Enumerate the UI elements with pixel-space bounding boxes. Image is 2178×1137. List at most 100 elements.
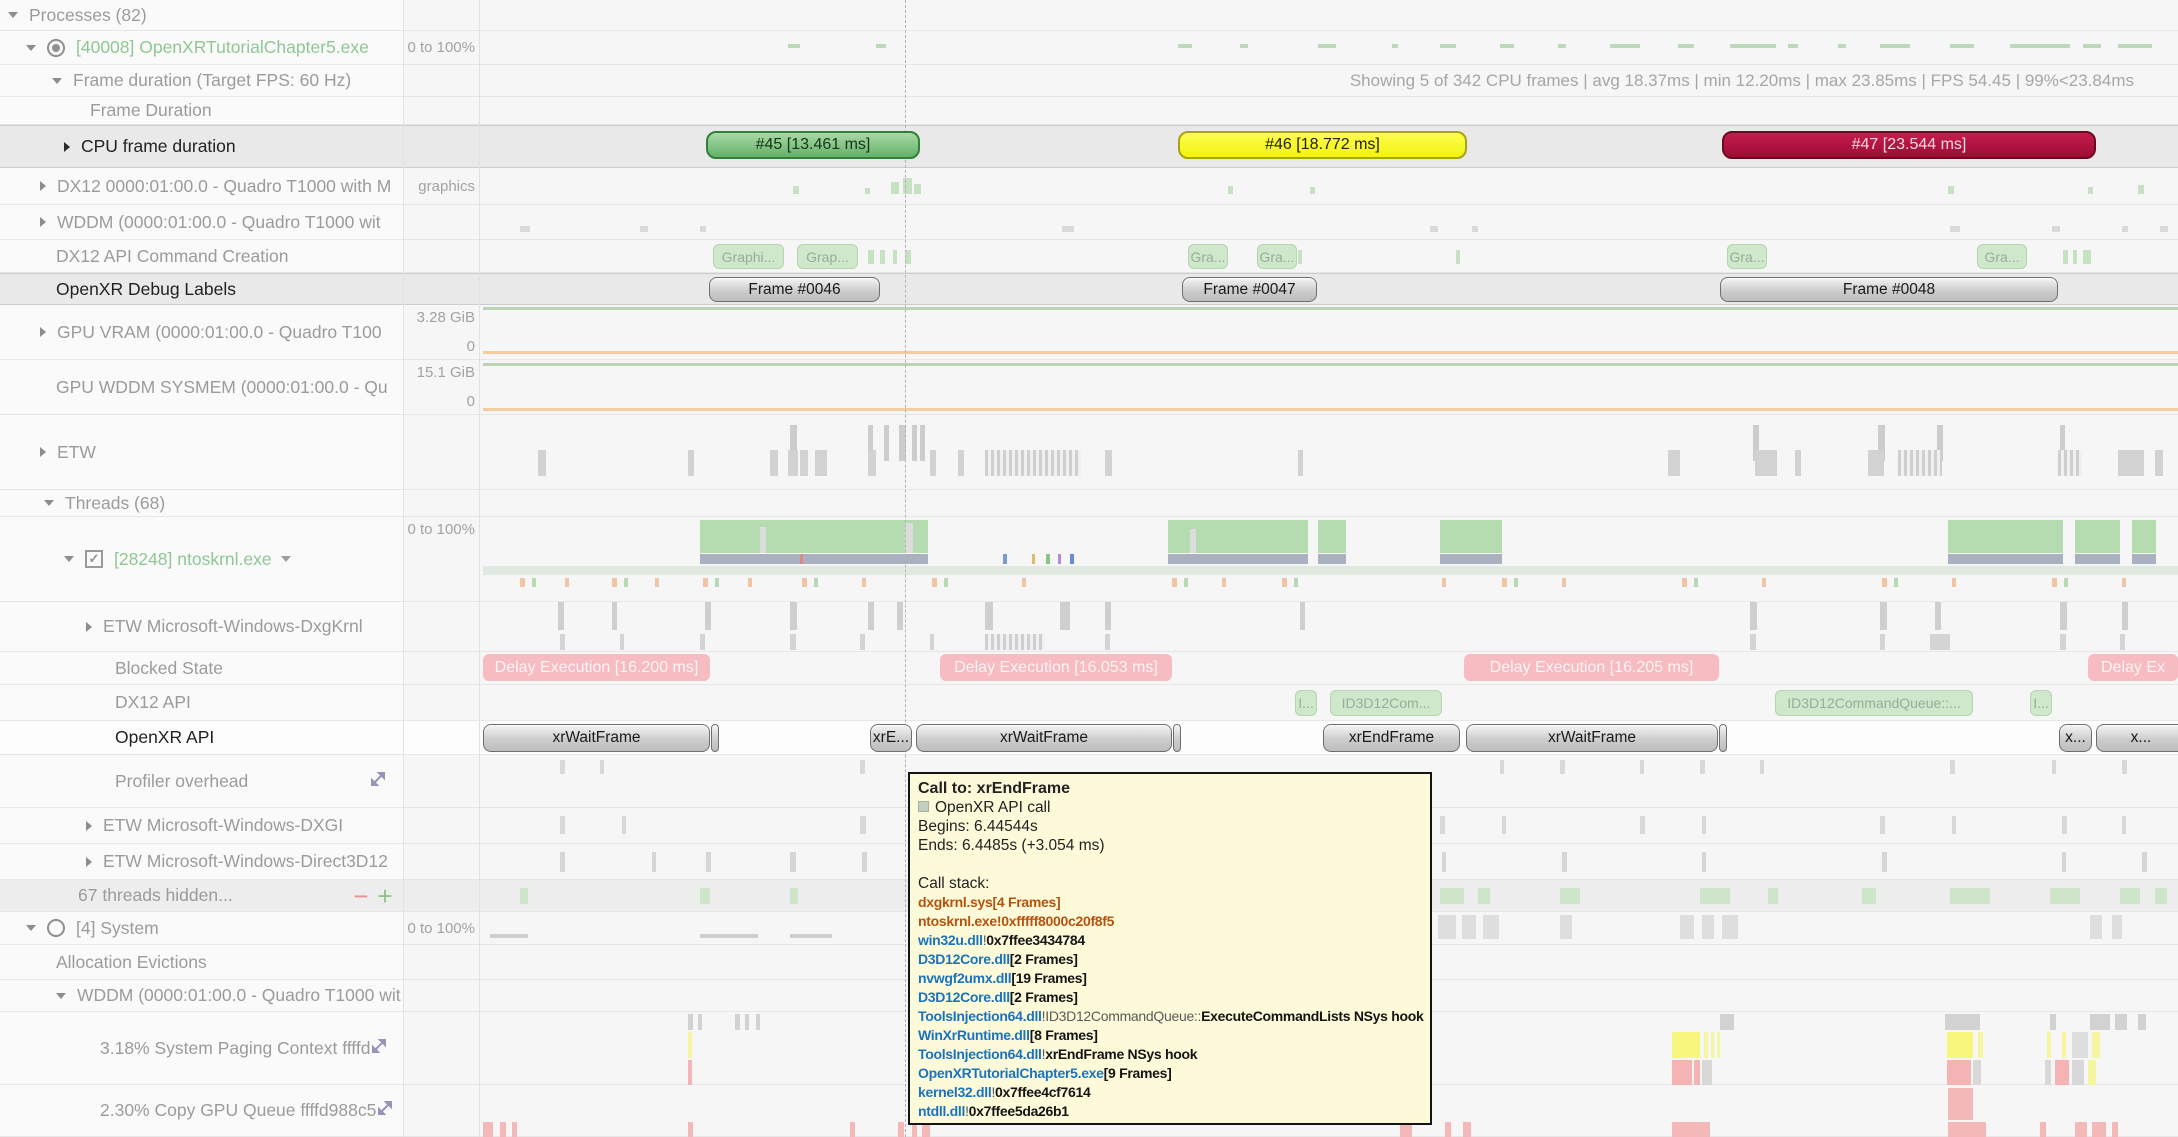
row-label-gpu-wddm-sysmem[interactable]: GPU WDDM SYSMEM (0000:01:00.0 - Qu — [0, 360, 403, 414]
dx12-creation-bar[interactable]: Gra... — [1977, 244, 2027, 269]
row-label-openxr-api[interactable]: OpenXR API — [0, 721, 403, 754]
row-label-thread-ntoskrnl[interactable]: ✓[28248] ntoskrnl.exe — [0, 517, 403, 601]
collapse-arrow-icon[interactable] — [64, 556, 74, 562]
dx12-api-bar[interactable]: ID3D12CommandQueue::... — [1775, 690, 1973, 716]
row-label-system-paging[interactable]: 3.18% System Paging Context ffffd — [0, 1012, 403, 1084]
row-label-text: Threads (68) — [65, 493, 165, 514]
cpu-frame-bar[interactable]: #45 [13.461 ms] — [706, 131, 920, 159]
activity-tick — [2122, 760, 2127, 774]
activity-tick — [1062, 226, 1074, 232]
row-label-etw-dxgi[interactable]: ETW Microsoft-Windows-DXGI — [0, 808, 403, 843]
row-label-text: ETW Microsoft-Windows-DXGI — [103, 815, 343, 836]
collapse-arrow-icon[interactable] — [26, 45, 36, 51]
thread-dropdown-caret-icon[interactable] — [281, 556, 291, 562]
openxr-api-bar[interactable]: xrWaitFrame — [916, 724, 1172, 752]
row-label-processes[interactable]: Processes (82) — [0, 0, 403, 30]
activity-tick — [1760, 760, 1764, 774]
openxr-api-bar[interactable]: x... — [2096, 724, 2178, 752]
callstack-part: [4 Frames] — [993, 894, 1061, 910]
row-label-dx12-gpu[interactable]: DX12 0000:01:00.0 - Quadro T1000 with M — [0, 168, 403, 204]
dx12-creation-bar[interactable]: Graphi... — [713, 244, 784, 269]
debug-label-bar[interactable]: Frame #0048 — [1720, 277, 2058, 302]
remove-thread-icon[interactable]: − — [349, 886, 373, 906]
activity-tick — [790, 634, 796, 650]
row-label-wddm-gpu[interactable]: WDDM (0000:01:00.0 - Quadro T1000 wit — [0, 205, 403, 239]
thread-checkbox[interactable]: ✓ — [85, 550, 103, 568]
activity-tick — [985, 634, 1045, 650]
expand-arrow-icon[interactable] — [40, 447, 46, 457]
row-label-blocked-state[interactable]: Blocked State — [0, 652, 403, 684]
cpu-frame-bar[interactable]: #47 [23.544 ms] — [1722, 131, 2096, 159]
row-label-wddm-system[interactable]: WDDM (0000:01:00.0 - Quadro T1000 wit — [0, 980, 403, 1011]
expand-track-icon[interactable] — [376, 1099, 394, 1122]
debug-label-bar[interactable]: Frame #0047 — [1182, 277, 1317, 302]
collapse-arrow-icon[interactable] — [8, 12, 18, 18]
activity-tick — [2112, 1122, 2118, 1137]
dx12-api-bar[interactable]: I... — [2030, 690, 2052, 716]
expand-arrow-icon[interactable] — [86, 857, 92, 867]
collapse-arrow-icon[interactable] — [44, 500, 54, 506]
row-label-process-system[interactable]: [4] System — [0, 912, 403, 944]
blocked-bar[interactable]: Delay Execution [16.205 ms] — [1464, 654, 1719, 681]
row-label-dx12-api[interactable]: DX12 API — [0, 685, 403, 720]
row-label-threads-hidden[interactable]: 67 threads hidden...−+ — [0, 880, 403, 911]
dx12-creation-bar[interactable]: Gra... — [1188, 244, 1228, 269]
add-thread-icon[interactable]: + — [373, 886, 397, 906]
expand-track-icon[interactable] — [369, 770, 387, 793]
expand-arrow-icon[interactable] — [64, 142, 70, 152]
openxr-api-bar[interactable] — [1173, 724, 1181, 752]
row-label-threads[interactable]: Threads (68) — [0, 490, 403, 516]
dx12-creation-bar[interactable]: Grap... — [797, 244, 858, 269]
row-label-openxr-debug-labels[interactable]: OpenXR Debug Labels — [0, 274, 403, 304]
collapse-arrow-icon[interactable] — [56, 993, 66, 999]
row-label-gpu-vram[interactable]: GPU VRAM (0000:01:00.0 - Quadro T100 — [0, 305, 403, 359]
row-label-cpu-frame-duration[interactable]: CPU frame duration — [0, 126, 403, 167]
callstack-entry: D3D12Core.dll[2 Frames] — [918, 988, 1422, 1007]
dx12-api-bar[interactable]: ID3D12Com... — [1330, 690, 1442, 716]
activity-tick — [2142, 852, 2147, 872]
row-label-frame-duration-group[interactable]: Frame duration (Target FPS: 60 Hz) — [0, 65, 403, 96]
expand-arrow-icon[interactable] — [40, 217, 46, 227]
openxr-api-bar[interactable]: x... — [2059, 724, 2092, 752]
expand-arrow-icon[interactable] — [86, 622, 92, 632]
dx12-api-bar[interactable]: I... — [1295, 690, 1317, 716]
selected-radio-icon[interactable] — [47, 39, 65, 57]
openxr-api-bar[interactable]: xrE... — [870, 724, 912, 752]
collapse-arrow-icon[interactable] — [52, 78, 62, 84]
debug-label-bar[interactable]: Frame #0046 — [709, 277, 880, 302]
row-label-process-openxr[interactable]: [40008] OpenXRTutorialChapter5.exe — [0, 31, 403, 64]
row-label-copy-gpu-queue[interactable]: 2.30% Copy GPU Queue ffffd988c5 — [0, 1085, 403, 1136]
activity-tick — [1178, 44, 1192, 48]
bar-label: x... — [2065, 729, 2086, 747]
row-label-dx12-api-command-creation[interactable]: DX12 API Command Creation — [0, 240, 403, 272]
collapse-arrow-icon[interactable] — [26, 925, 36, 931]
activity-tick — [1560, 888, 1580, 904]
row-label-etw-dxgkrnl[interactable]: ETW Microsoft-Windows-DxgKrnl — [0, 602, 403, 651]
expand-arrow-icon[interactable] — [40, 181, 46, 191]
expand-track-icon[interactable] — [370, 1037, 388, 1060]
openxr-api-bar[interactable] — [1719, 724, 1727, 752]
row-label-frame-duration[interactable]: Frame Duration — [0, 97, 403, 124]
radio-icon[interactable] — [47, 919, 65, 937]
activity-tick — [1640, 816, 1645, 834]
row-label-etw-direct3d[interactable]: ETW Microsoft-Windows-Direct3D12 — [0, 844, 403, 879]
row-label-profiler-overhead[interactable]: Profiler overhead — [0, 755, 403, 807]
row-label-allocation-evictions[interactable]: Allocation Evictions — [0, 945, 403, 979]
activity-tick — [2083, 250, 2091, 264]
openxr-api-bar[interactable]: xrWaitFrame — [1466, 724, 1718, 752]
openxr-api-bar[interactable]: xrEndFrame — [1323, 724, 1460, 752]
blocked-bar[interactable]: Delay Execution [16.200 ms] — [483, 654, 710, 681]
openxr-api-bar[interactable] — [711, 724, 719, 752]
blocked-bar[interactable]: Delay Execution [16.053 ms] — [940, 654, 1172, 681]
activity-tick — [1282, 578, 1287, 587]
dx12-creation-bar[interactable]: Gra... — [1257, 244, 1297, 269]
activity-tick — [706, 852, 711, 872]
expand-arrow-icon[interactable] — [40, 327, 46, 337]
activity-tick — [876, 44, 886, 48]
blocked-bar[interactable]: Delay Ex — [2088, 654, 2178, 681]
openxr-api-bar[interactable]: xrWaitFrame — [483, 724, 710, 752]
dx12-creation-bar[interactable]: Gra... — [1727, 244, 1767, 269]
expand-arrow-icon[interactable] — [86, 821, 92, 831]
cpu-frame-bar[interactable]: #46 [18.772 ms] — [1178, 131, 1467, 159]
row-label-etw[interactable]: ETW — [0, 415, 403, 489]
